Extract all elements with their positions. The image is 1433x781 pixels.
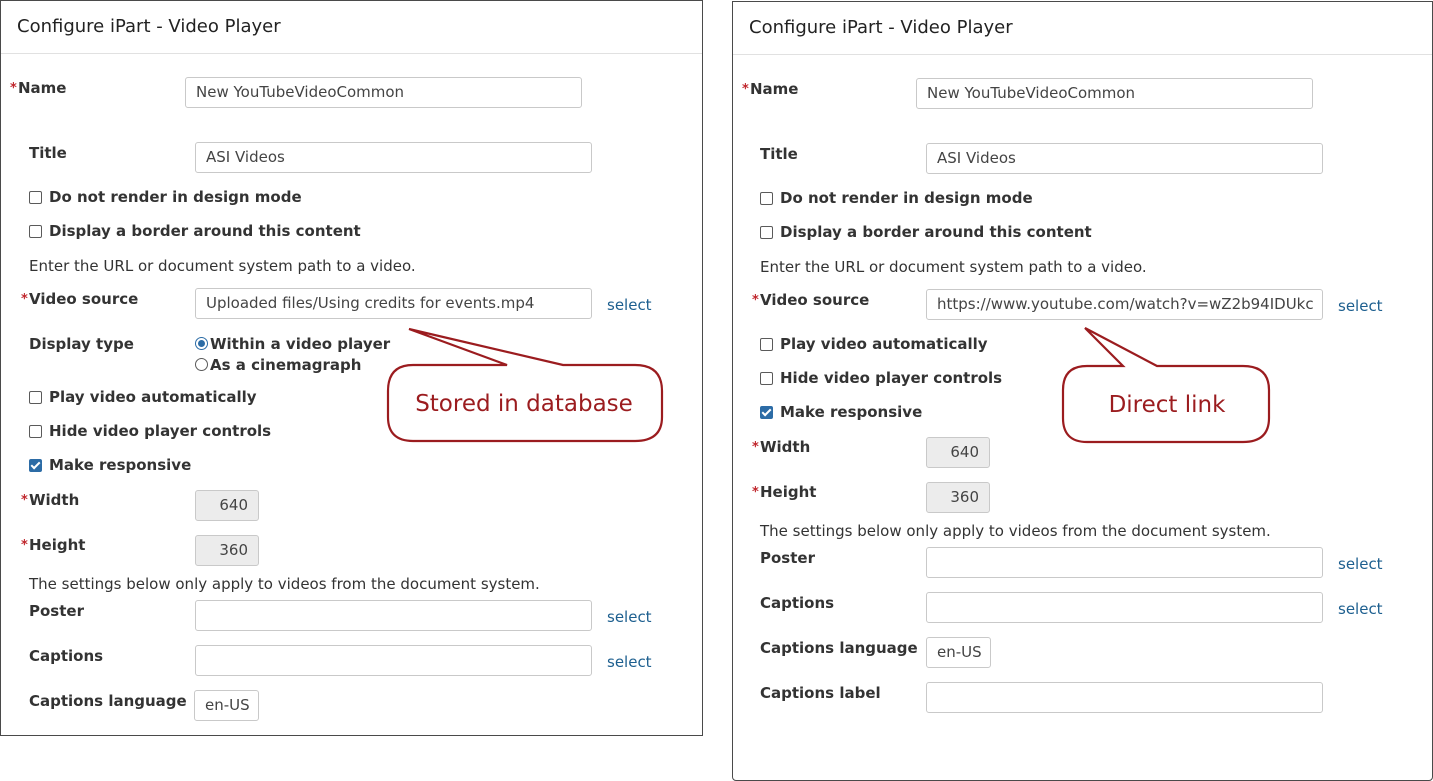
poster-select-link[interactable]: select bbox=[1338, 555, 1383, 573]
captions-input[interactable] bbox=[926, 592, 1323, 623]
border-label: Display a border around this content bbox=[49, 222, 361, 240]
callout-text: Stored in database bbox=[415, 391, 633, 417]
doc-help-text: The settings below only apply to videos … bbox=[760, 522, 1271, 540]
required-marker: * bbox=[752, 440, 759, 455]
border-checkbox[interactable] bbox=[760, 226, 773, 239]
video-source-select-link[interactable]: select bbox=[1338, 297, 1383, 315]
cinemagraph-label: As a cinemagraph bbox=[210, 356, 362, 374]
display-type-label: Display type bbox=[29, 335, 134, 353]
config-panel-left: Configure iPart - Video Player * Name Ne… bbox=[0, 0, 703, 736]
width-input[interactable]: 640 bbox=[195, 490, 259, 521]
poster-input[interactable] bbox=[195, 600, 592, 631]
captions-language-input[interactable]: en-US bbox=[926, 637, 991, 668]
name-label: Name bbox=[18, 79, 67, 97]
captions-select-link[interactable]: select bbox=[1338, 600, 1383, 618]
title-input[interactable]: ASI Videos bbox=[195, 142, 592, 173]
autoplay-label: Play video automatically bbox=[780, 335, 988, 353]
name-input[interactable]: New YouTubeVideoCommon bbox=[185, 77, 582, 108]
required-marker: * bbox=[10, 81, 17, 96]
height-input[interactable]: 360 bbox=[926, 482, 990, 513]
poster-select-link[interactable]: select bbox=[607, 608, 652, 626]
title-divider bbox=[1, 53, 702, 54]
within-player-label: Within a video player bbox=[210, 335, 391, 353]
video-source-label: Video source bbox=[760, 291, 870, 309]
no-render-checkbox[interactable] bbox=[29, 191, 42, 204]
hide-controls-checkbox[interactable] bbox=[29, 425, 42, 438]
no-render-checkbox[interactable] bbox=[760, 192, 773, 205]
title-input[interactable]: ASI Videos bbox=[926, 143, 1323, 174]
poster-label: Poster bbox=[29, 602, 84, 620]
name-label: Name bbox=[750, 80, 799, 98]
title-divider bbox=[733, 54, 1432, 55]
autoplay-checkbox[interactable] bbox=[760, 338, 773, 351]
height-input[interactable]: 360 bbox=[195, 535, 259, 566]
captions-language-label: Captions language bbox=[29, 692, 187, 710]
responsive-checkbox[interactable] bbox=[29, 459, 42, 472]
required-marker: * bbox=[742, 82, 749, 97]
responsive-label: Make responsive bbox=[780, 403, 923, 421]
panel-title: Configure iPart - Video Player bbox=[17, 16, 281, 37]
captions-input[interactable] bbox=[195, 645, 592, 676]
hide-controls-checkbox[interactable] bbox=[760, 372, 773, 385]
url-help-text: Enter the URL or document system path to… bbox=[760, 258, 1147, 276]
captions-select-link[interactable]: select bbox=[607, 653, 652, 671]
width-label: Width bbox=[29, 491, 80, 509]
required-marker: * bbox=[752, 485, 759, 500]
hide-controls-label: Hide video player controls bbox=[780, 369, 1003, 387]
config-panel-right: Configure iPart - Video Player * Name Ne… bbox=[732, 1, 1433, 781]
video-source-input[interactable]: Uploaded files/Using credits for events.… bbox=[195, 288, 592, 319]
required-marker: * bbox=[21, 538, 28, 553]
border-checkbox[interactable] bbox=[29, 225, 42, 238]
poster-input[interactable] bbox=[926, 547, 1323, 578]
height-label: Height bbox=[760, 483, 817, 501]
doc-help-text: The settings below only apply to videos … bbox=[29, 575, 540, 593]
border-label: Display a border around this content bbox=[780, 223, 1092, 241]
poster-label: Poster bbox=[760, 549, 815, 567]
name-input[interactable]: New YouTubeVideoCommon bbox=[916, 78, 1313, 109]
within-player-radio[interactable] bbox=[195, 337, 208, 350]
captions-language-input[interactable]: en-US bbox=[194, 690, 259, 721]
width-input[interactable]: 640 bbox=[926, 437, 990, 468]
video-source-input[interactable]: https://www.youtube.com/watch?v=wZ2b94ID… bbox=[926, 289, 1323, 320]
callout-bubble bbox=[386, 327, 664, 443]
callout-text: Direct link bbox=[1108, 392, 1226, 418]
no-render-label: Do not render in design mode bbox=[49, 188, 302, 206]
height-label: Height bbox=[29, 536, 86, 554]
panel-title: Configure iPart - Video Player bbox=[749, 17, 1013, 38]
captions-language-label: Captions language bbox=[760, 639, 918, 657]
required-marker: * bbox=[752, 293, 759, 308]
autoplay-label: Play video automatically bbox=[49, 388, 257, 406]
captions-label: Captions bbox=[760, 594, 835, 612]
no-render-label: Do not render in design mode bbox=[780, 189, 1033, 207]
hide-controls-label: Hide video player controls bbox=[49, 422, 272, 440]
captions-label-label: Captions label bbox=[760, 684, 881, 702]
required-marker: * bbox=[21, 292, 28, 307]
url-help-text: Enter the URL or document system path to… bbox=[29, 257, 416, 275]
captions-label: Captions bbox=[29, 647, 104, 665]
width-label: Width bbox=[760, 438, 811, 456]
title-label: Title bbox=[760, 145, 798, 163]
title-label: Title bbox=[29, 144, 67, 162]
responsive-checkbox[interactable] bbox=[760, 406, 773, 419]
video-source-select-link[interactable]: select bbox=[607, 296, 652, 314]
cinemagraph-radio[interactable] bbox=[195, 358, 208, 371]
captions-label-input[interactable] bbox=[926, 682, 1323, 713]
callout-bubble bbox=[1061, 327, 1271, 444]
required-marker: * bbox=[21, 493, 28, 508]
responsive-label: Make responsive bbox=[49, 456, 192, 474]
video-source-label: Video source bbox=[29, 290, 139, 308]
autoplay-checkbox[interactable] bbox=[29, 391, 42, 404]
